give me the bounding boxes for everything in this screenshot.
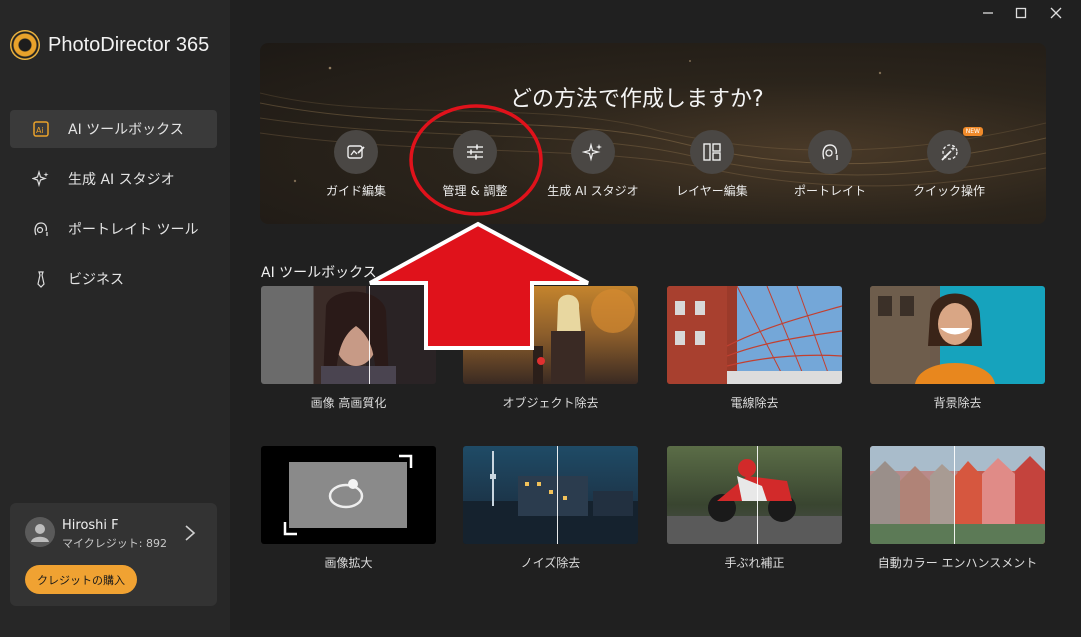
thumbnail [261,286,436,384]
tool-card-background-removal[interactable]: 背景除去 [870,286,1045,411]
street-photo-image [475,288,635,384]
user-card[interactable]: Hiroshi F マイクレジット: 892 クレジットの購入 [10,503,217,606]
svg-text:Ai: Ai [36,126,44,135]
city-night-image [463,451,638,544]
app-window: PhotoDirector 365 Ai AI ツールボックス 生成 AI スタ… [0,0,1081,637]
sidebar-item-business[interactable]: ビジネス [10,260,217,298]
sparkle-icon [32,170,50,188]
mode-guided-edit[interactable]: ガイド編集 [301,130,411,199]
new-badge: NEW [962,127,983,136]
tool-card-image-enhance[interactable]: 画像 高画質化 [261,286,436,411]
mode-manage-adjust[interactable]: 管理 & 調整 [420,130,530,199]
minimize-icon [983,12,993,14]
tool-card-label: 電線除去 [730,396,779,410]
thumbnail [463,446,638,544]
guided-edit-icon [347,145,365,159]
ai-toolbox-icon: Ai [32,120,50,138]
tool-card-image-upscale[interactable]: 画像拡大 [261,446,436,571]
close-icon [1050,7,1062,19]
sidebar-item-ai-toolbox[interactable]: Ai AI ツールボックス [10,110,217,148]
compare-divider [557,446,558,544]
tool-card-label: 自動カラー エンハンスメント [877,556,1038,570]
mode-label: クイック操作 [912,184,985,198]
app-name: PhotoDirector 365 [48,33,210,56]
compare-divider [954,446,955,544]
mode-label: レイヤー編集 [676,184,748,198]
ring-photo-image [283,454,413,536]
colorful-houses-image [870,446,1045,544]
mode-label: ポートレイト [793,184,866,198]
logo-icon [10,30,40,60]
tool-card-label: ノイズ除去 [520,556,581,570]
tool-card-wire-removal[interactable]: 電線除去 [667,286,842,411]
tool-card-noise-removal[interactable]: ノイズ除去 [463,446,638,571]
tool-card-auto-color[interactable]: 自動カラー エンハンスメント [870,446,1045,571]
minimize-button[interactable] [978,4,998,22]
user-icon [31,524,49,542]
user-name: Hiroshi F [62,518,119,533]
mode-label: 管理 & 調整 [442,184,508,198]
mode-generative-ai-studio[interactable]: 生成 AI スタジオ [538,130,648,199]
sidebar-item-label: AI ツールボックス [68,122,184,138]
sidebar-item-label: 生成 AI スタジオ [68,172,175,188]
avatar [25,517,55,547]
portrait-icon [32,220,50,238]
mode-label: 生成 AI スタジオ [547,184,639,198]
magic-wand-icon [941,144,958,161]
portrait-icon [822,144,838,160]
tool-card-label: 画像拡大 [324,556,373,570]
compare-divider [369,286,370,384]
sidebar-item-label: ビジネス [68,272,124,288]
tool-card-deblur[interactable]: 手ぶれ補正 [667,446,842,571]
tie-icon [32,270,50,288]
portrait-photo-image [321,291,396,384]
sidebar-item-label: ポートレイト ツール [68,222,199,238]
tool-card-label: オブジェクト除去 [502,396,599,410]
thumbnail [667,286,842,384]
sparkle-icon [582,142,602,162]
thumbnail [667,446,842,544]
mode-portrait[interactable]: ポートレイト [775,130,885,199]
compare-divider [757,446,758,544]
buy-credits-button[interactable]: クレジットの購入 [25,565,137,594]
credit-count: マイクレジット: 892 [62,537,167,550]
mode-quick-actions[interactable]: NEW クイック操作 [894,127,1004,199]
thumbnail [870,446,1045,544]
tool-card-label: 画像 高画質化 [310,396,387,410]
thumbnail [463,286,638,384]
mode-label: ガイド編集 [325,184,386,198]
app-logo: PhotoDirector 365 [10,30,209,60]
maximize-icon [1015,7,1027,19]
building-wires-image [667,286,842,384]
sidebar-item-portrait-tools[interactable]: ポートレイト ツール [10,210,217,248]
sidebar: PhotoDirector 365 Ai AI ツールボックス 生成 AI スタ… [0,0,230,637]
tool-card-label: 背景除去 [933,396,982,410]
smiling-woman-image [870,286,995,384]
mode-layer-edit[interactable]: レイヤー編集 [657,130,767,199]
sliders-icon [467,144,483,160]
hero-title: どの方法で作成しますか? [510,87,764,112]
sidebar-item-generative-ai-studio[interactable]: 生成 AI スタジオ [10,160,217,198]
chevron-right-icon[interactable] [183,523,197,543]
maximize-button[interactable] [1011,4,1031,22]
tool-card-label: 手ぶれ補正 [724,556,785,570]
creation-mode-banner: どの方法で作成しますか? ガイド編集 管理 & 調整 生成 AI スタジオ レイ… [260,43,1046,224]
section-title: AI ツールボックス [261,265,377,281]
layers-icon [703,143,721,161]
close-button[interactable] [1046,4,1066,22]
thumbnail [870,286,1045,384]
thumbnail [261,446,436,544]
tool-card-object-removal[interactable]: オブジェクト除去 [463,286,638,411]
motorcycle-image [667,459,842,544]
